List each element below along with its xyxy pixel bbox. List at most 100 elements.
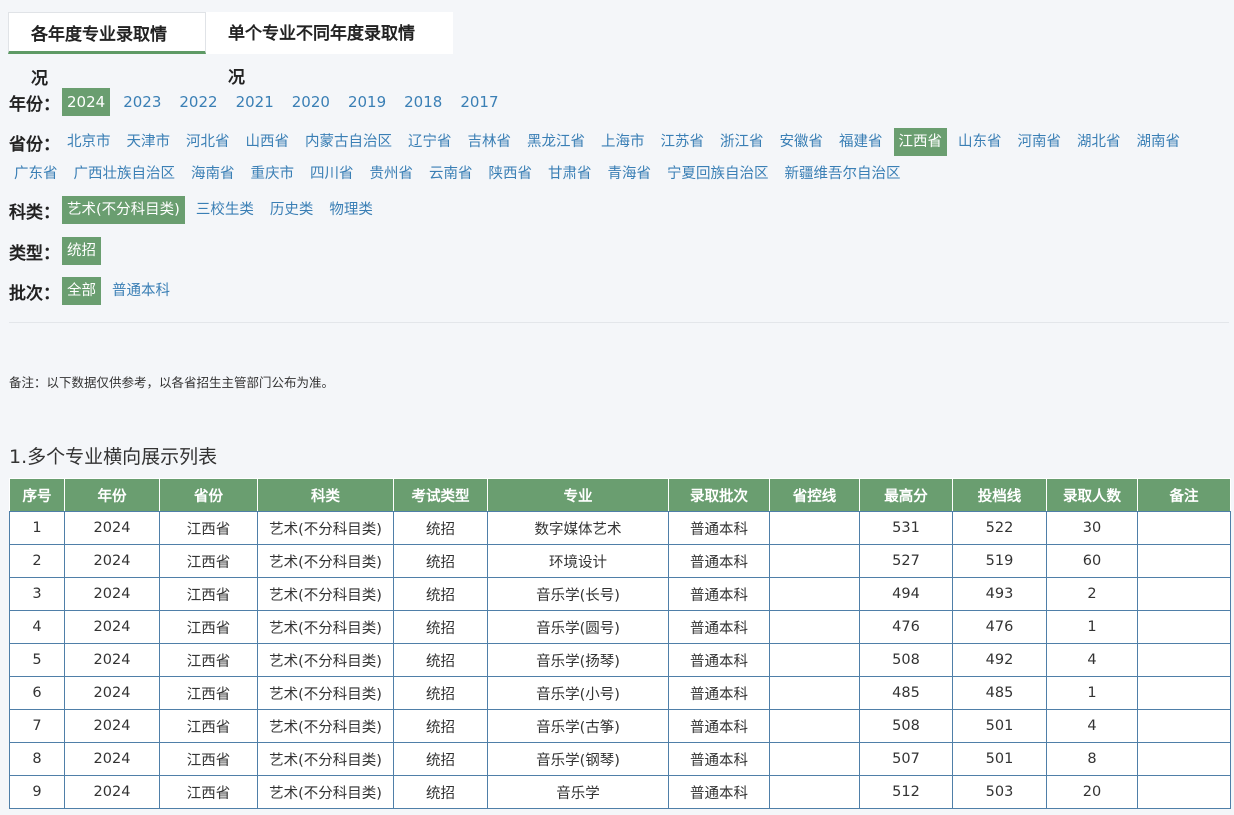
table-cell: 江西省: [159, 643, 258, 677]
province-option[interactable]: 黑龙江省: [522, 128, 590, 156]
table-cell: 507: [859, 742, 953, 776]
province-option[interactable]: 宁夏回族自治区: [662, 160, 774, 188]
table-cell: 江西省: [159, 577, 258, 611]
province-option[interactable]: 江苏省: [656, 128, 710, 156]
table-cell: [769, 511, 860, 545]
province-option[interactable]: 安徽省: [775, 128, 829, 156]
subject-filter: 科类： 艺术(不分科目类) 三校生类 历史类 物理类: [9, 196, 1229, 224]
table-cell: 江西省: [159, 676, 258, 710]
column-header: 录取人数: [1046, 478, 1138, 512]
province-option[interactable]: 河南省: [1013, 128, 1067, 156]
table-cell: 江西省: [159, 709, 258, 743]
province-option[interactable]: 浙江省: [715, 128, 769, 156]
table-cell: 统招: [393, 544, 488, 578]
table-cell: 统招: [393, 643, 488, 677]
province-option[interactable]: 甘肃省: [543, 160, 597, 188]
table-cell: 艺术(不分科目类): [257, 676, 394, 710]
province-option[interactable]: 海南省: [186, 160, 240, 188]
province-option[interactable]: 云南省: [424, 160, 478, 188]
table-cell: 501: [952, 709, 1047, 743]
province-option[interactable]: 山西省: [241, 128, 295, 156]
table-cell: 2024: [64, 643, 160, 677]
province-option[interactable]: 湖北省: [1072, 128, 1126, 156]
province-option[interactable]: 吉林省: [463, 128, 517, 156]
year-option[interactable]: 2022: [174, 88, 222, 116]
table-cell: 485: [952, 676, 1047, 710]
table-cell: 江西省: [159, 511, 258, 545]
table-cell: 1: [9, 511, 65, 545]
table-cell: 音乐学(钢琴): [487, 742, 669, 776]
table-cell: 8: [9, 742, 65, 776]
subject-option[interactable]: 三校生类: [191, 196, 259, 224]
table-cell: [769, 643, 860, 677]
province-option[interactable]: 重庆市: [246, 160, 300, 188]
table-cell: 2024: [64, 577, 160, 611]
year-option[interactable]: 2019: [343, 88, 391, 116]
year-option[interactable]: 2024: [62, 88, 111, 116]
province-option[interactable]: 广东省: [9, 160, 63, 188]
table-body: 1 2024 江西省 艺术(不分科目类) 统招 数字媒体艺术 普通本科 531 522 30 2 20…: [9, 511, 1231, 809]
province-option[interactable]: 上海市: [596, 128, 650, 156]
province-option[interactable]: 内蒙古自治区: [300, 128, 397, 156]
table-cell: 普通本科: [668, 709, 770, 743]
table-cell: 508: [859, 709, 953, 743]
table-cell: 音乐学: [487, 775, 669, 809]
tab-major-by-year[interactable]: 单个专业不同年度录取情况: [206, 12, 453, 88]
table-cell: 531: [859, 511, 953, 545]
table-cell: 统招: [393, 676, 488, 710]
table-cell: 2024: [64, 709, 160, 743]
type-option[interactable]: 统招: [62, 237, 101, 265]
table-cell: 江西省: [159, 775, 258, 809]
subject-option[interactable]: 艺术(不分科目类): [62, 196, 185, 224]
batch-option[interactable]: 普通本科: [107, 277, 175, 305]
table-cell: [769, 709, 860, 743]
tab-yearly-admission[interactable]: 各年度专业录取情况: [8, 12, 206, 89]
province-option[interactable]: 广西壮族自治区: [69, 160, 181, 188]
table-cell: 普通本科: [668, 610, 770, 644]
year-option[interactable]: 2021: [231, 88, 279, 116]
column-header: 备注: [1137, 478, 1231, 512]
table-cell: 9: [9, 775, 65, 809]
province-option[interactable]: 陕西省: [484, 160, 538, 188]
table-cell: 普通本科: [668, 643, 770, 677]
subject-option[interactable]: 物理类: [324, 196, 378, 224]
table-cell: [1137, 709, 1231, 743]
year-option[interactable]: 2023: [118, 88, 166, 116]
table-cell: [1137, 577, 1231, 611]
column-header: 最高分: [859, 478, 953, 512]
table-cell: 2024: [64, 742, 160, 776]
province-option[interactable]: 北京市: [62, 128, 116, 156]
table-cell: [1137, 511, 1231, 545]
subject-filter-label: 科类：: [9, 202, 60, 223]
province-option[interactable]: 湖南省: [1132, 128, 1186, 156]
table-cell: 512: [859, 775, 953, 809]
table-cell: 统招: [393, 742, 488, 776]
province-option[interactable]: 四川省: [305, 160, 359, 188]
table-cell: [1137, 610, 1231, 644]
tab-bar: 各年度专业录取情况 单个专业不同年度录取情况: [8, 12, 453, 89]
province-option[interactable]: 福建省: [834, 128, 888, 156]
year-option[interactable]: 2020: [287, 88, 335, 116]
table-row: 7 2024 江西省 艺术(不分科目类) 统招 音乐学(古筝) 普通本科 508 501 4: [9, 709, 1231, 743]
table-cell: 统招: [393, 775, 488, 809]
type-filter: 类型： 统招: [9, 237, 1229, 265]
province-option[interactable]: 山东省: [953, 128, 1007, 156]
province-option[interactable]: 江西省: [893, 128, 947, 156]
table-cell: 493: [952, 577, 1047, 611]
year-option[interactable]: 2018: [399, 88, 447, 116]
column-header: 录取批次: [668, 478, 770, 512]
batch-option[interactable]: 全部: [62, 277, 101, 305]
province-option[interactable]: 辽宁省: [403, 128, 457, 156]
province-option[interactable]: 天津市: [122, 128, 176, 156]
table-cell: 2024: [64, 610, 160, 644]
year-option[interactable]: 2017: [455, 88, 503, 116]
table-cell: 30: [1046, 511, 1138, 545]
table-cell: 527: [859, 544, 953, 578]
table-cell: 7: [9, 709, 65, 743]
province-option[interactable]: 贵州省: [365, 160, 419, 188]
province-option[interactable]: 新疆维吾尔自治区: [780, 160, 906, 188]
subject-option[interactable]: 历史类: [265, 196, 319, 224]
province-option[interactable]: 青海省: [603, 160, 657, 188]
province-option[interactable]: 河北省: [181, 128, 235, 156]
column-header: 考试类型: [393, 478, 488, 512]
